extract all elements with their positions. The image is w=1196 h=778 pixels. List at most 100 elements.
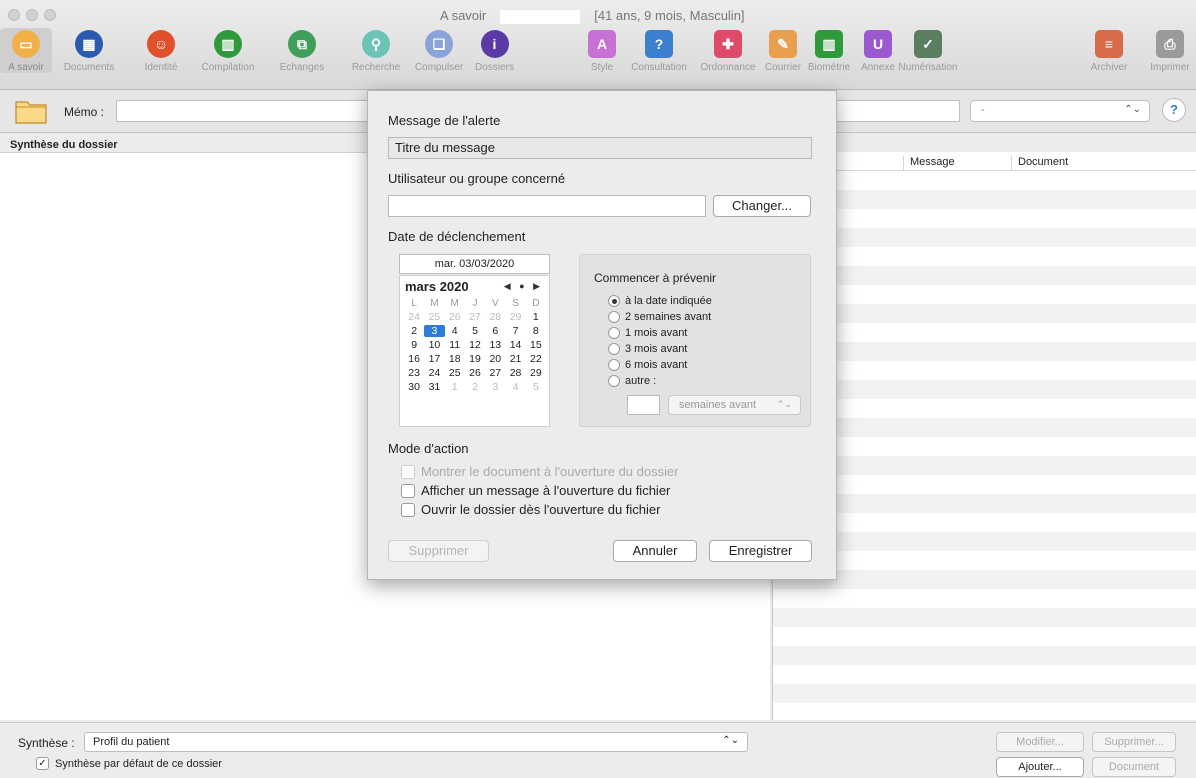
calendar-day[interactable]: 25 (445, 367, 465, 379)
toolbar-item-consultation[interactable]: ? Consultation (620, 28, 698, 73)
delete-alert-button[interactable]: Supprimer (388, 540, 489, 562)
calendar-day[interactable]: 28 (505, 367, 525, 379)
calendar-day[interactable]: 24 (424, 367, 444, 379)
calendar-day[interactable]: 6 (485, 325, 505, 337)
warn-option-radio[interactable]: autre : (608, 375, 656, 387)
calendar-day[interactable]: 5 (465, 325, 485, 337)
calendar-day[interactable]: 20 (485, 353, 505, 365)
courrier-icon: ✎ (769, 30, 797, 58)
calendar-nav-arrows-icon[interactable]: ◀ ● ▶ (504, 281, 543, 292)
calendar-day[interactable]: 19 (465, 353, 485, 365)
calendar-day-selected[interactable]: 3 (424, 325, 445, 337)
warn-option-radio[interactable]: 2 semaines avant (608, 311, 711, 323)
calendar-grid: L M M J V S D 24 25 26 27 28 29 1 2 3 4 5 6 7 8 9 10 11 12 13 14 15… (404, 298, 546, 393)
calendar-day[interactable]: 17 (424, 353, 444, 365)
action-mode-label: Afficher un message à l'ouverture du fic… (421, 483, 671, 498)
toolbar-item-dossiers[interactable]: i Dossiers (467, 28, 522, 73)
window-controls (8, 9, 56, 21)
calendar-day[interactable]: 14 (505, 339, 525, 351)
save-button[interactable]: Enregistrer (709, 540, 812, 562)
calendar-day[interactable]: 15 (526, 339, 546, 351)
calendar-day[interactable]: 25 (424, 311, 444, 323)
echanges-icon: ⧉ (288, 30, 316, 58)
action-mode-checkbox[interactable]: Montrer le document à l'ouverture du dos… (401, 464, 679, 479)
add-button[interactable]: Ajouter... (996, 757, 1084, 777)
memo-input-continued[interactable] (836, 100, 960, 122)
warn-option-radio[interactable]: 1 mois avant (608, 327, 687, 339)
warn-option-radio[interactable]: 6 mois avant (608, 359, 687, 371)
action-mode-checkbox[interactable]: Afficher un message à l'ouverture du fic… (401, 483, 670, 498)
user-label: Utilisateur ou groupe concerné (388, 171, 566, 186)
calendar-day[interactable]: 2 (404, 325, 424, 337)
toolbar-item-documents[interactable]: ▦ Documents (55, 28, 123, 73)
calendar-day[interactable]: 29 (505, 311, 525, 323)
delete-list-button[interactable]: Supprimer... (1092, 732, 1176, 752)
calendar-day[interactable]: 4 (445, 325, 465, 337)
calendar-day[interactable]: 28 (485, 311, 505, 323)
calendar-day[interactable]: 30 (404, 381, 424, 393)
warn-option-radio[interactable]: 3 mois avant (608, 343, 687, 355)
other-unit-select[interactable]: semaines avant ⌃⌄ (668, 395, 801, 415)
memo-select[interactable]: - ⌃⌄ (970, 100, 1150, 122)
calendar-day[interactable]: 27 (485, 367, 505, 379)
toolbar-item-label: Biométrie (807, 62, 851, 73)
calendar-day[interactable]: 3 (485, 381, 505, 393)
toolbar-item-recherche[interactable]: ⚲ Recherche (345, 28, 407, 73)
toolbar-item-compilation[interactable]: ▥ Compilation (192, 28, 264, 73)
memo-input[interactable] (116, 100, 368, 122)
column-document[interactable]: Document (1011, 156, 1068, 171)
calendar-day[interactable]: 7 (505, 325, 525, 337)
help-button[interactable]: ? (1162, 98, 1186, 122)
message-title-input[interactable]: Titre du message (388, 137, 812, 159)
calendar-day[interactable]: 1 (526, 311, 546, 323)
calendar-day[interactable]: 1 (445, 381, 465, 393)
toolbar-item-identit-[interactable]: ☺ Identité (136, 28, 186, 73)
calendar-day[interactable]: 8 (526, 325, 546, 337)
toolbar-item-num-risation[interactable]: ✓ Numérisation (888, 28, 968, 73)
warn-option-radio[interactable]: à la date indiquée (608, 295, 712, 307)
calendar-day[interactable]: 10 (424, 339, 444, 351)
calendar-day[interactable]: 4 (505, 381, 525, 393)
calendar-day[interactable]: 13 (485, 339, 505, 351)
user-input[interactable] (388, 195, 706, 217)
default-synthesis-checkbox[interactable]: ✓ Synthèse par défaut de ce dossier (36, 757, 222, 770)
calendar-day[interactable]: 12 (465, 339, 485, 351)
document-button[interactable]: Document (1092, 757, 1176, 777)
calendar-day[interactable]: 31 (424, 381, 444, 393)
close-window-button[interactable] (8, 9, 20, 21)
toolbar-item-ordonnance[interactable]: ✚ Ordonnance (690, 28, 766, 73)
zoom-window-button[interactable] (44, 9, 56, 21)
calendar-day[interactable]: 9 (404, 339, 424, 351)
cancel-button[interactable]: Annuler (613, 540, 697, 562)
toolbar-item-a-savoir[interactable]: ▭ A savoir (0, 28, 52, 73)
imprimer-icon: ⎙ (1156, 30, 1184, 58)
calendar-day[interactable]: 18 (445, 353, 465, 365)
other-amount-input[interactable] (627, 395, 660, 415)
calendar-day[interactable]: 29 (526, 367, 546, 379)
action-mode-checkbox[interactable]: Ouvrir le dossier dès l'ouverture du fic… (401, 502, 660, 517)
calendar-day[interactable]: 2 (465, 381, 485, 393)
toolbar-item-echanges[interactable]: ⧉ Echanges (272, 28, 332, 73)
toolbar-item-archiver[interactable]: ≡ Archiver (1080, 28, 1138, 73)
calendar-day[interactable]: 11 (445, 339, 465, 351)
calendar-day[interactable]: 24 (404, 311, 424, 323)
calendar-day[interactable]: 5 (526, 381, 546, 393)
toolbar-item-imprimer[interactable]: ⎙ Imprimer (1138, 28, 1196, 73)
change-user-button[interactable]: Changer... (713, 195, 811, 217)
calendar-day[interactable]: 23 (404, 367, 424, 379)
calendar-day[interactable]: 16 (404, 353, 424, 365)
calendar-day[interactable]: 26 (465, 367, 485, 379)
calendar-day[interactable]: 27 (465, 311, 485, 323)
toolbar-item-style[interactable]: A Style (578, 28, 626, 73)
modify-button[interactable]: Modifier... (996, 732, 1084, 752)
calendar-day[interactable]: 26 (445, 311, 465, 323)
toolbar-item-biom-trie[interactable]: ▥ Biométrie (800, 28, 858, 73)
folder-icon[interactable] (15, 98, 47, 124)
column-message[interactable]: Message (903, 156, 955, 171)
toolbar-item-compulser[interactable]: ❏ Compulser (408, 28, 470, 73)
calendar-day[interactable]: 21 (505, 353, 525, 365)
minimize-window-button[interactable] (26, 9, 38, 21)
date-field[interactable]: mar. 03/03/2020 (399, 254, 550, 274)
synthesis-select[interactable]: Profil du patient ⌃⌄ (84, 732, 748, 752)
calendar-day[interactable]: 22 (526, 353, 546, 365)
